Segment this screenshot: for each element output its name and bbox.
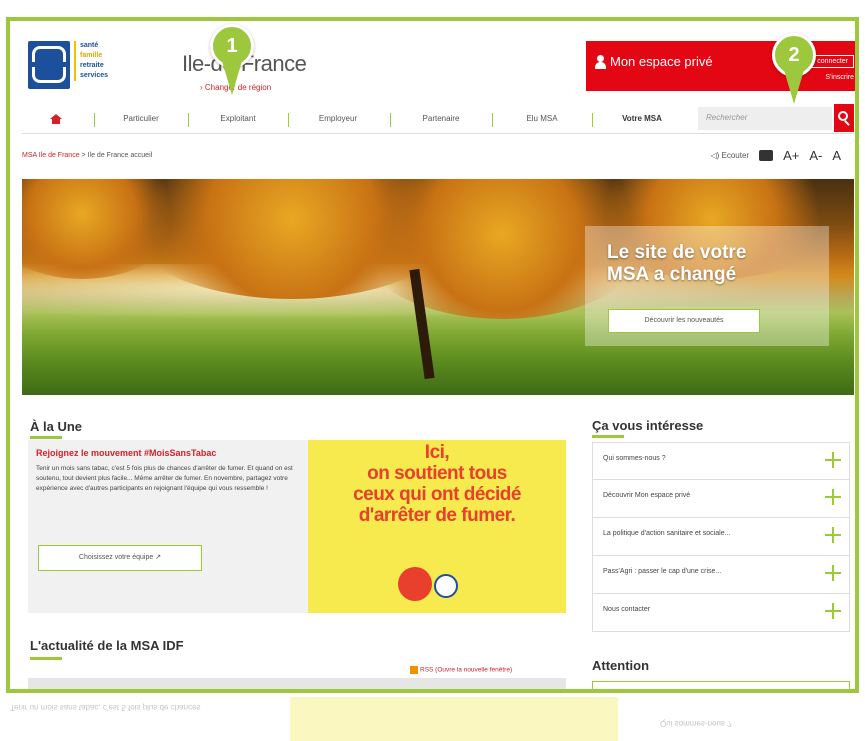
font-bigger-button[interactable]: A+ xyxy=(783,148,799,163)
attention-box xyxy=(592,681,850,689)
interesse-heading: Ça vous intéresse xyxy=(592,418,704,433)
une-title[interactable]: Rejoignez le mouvement #MoisSansTabac xyxy=(36,448,300,458)
breadcrumb-current: Ile de France accueil xyxy=(87,152,153,159)
breadcrumb-root[interactable]: MSA Ile de France xyxy=(22,152,80,159)
hero-banner: Le site de votre MSA a changé Découvrir … xyxy=(22,179,854,395)
print-icon[interactable] xyxy=(759,150,774,161)
rss-icon xyxy=(410,666,418,674)
une-card: Rejoignez le mouvement #MoisSansTabac Te… xyxy=(28,440,308,613)
interesse-item[interactable]: Pass'Agri : passer le cap d'une crise... xyxy=(592,556,850,594)
search-input[interactable]: Rechercher xyxy=(698,107,832,130)
reflection: Tenir un mois sans tabac, c'est 5 fois p… xyxy=(0,697,865,741)
plus-icon xyxy=(825,527,841,543)
interesse-list: Qui sommes-nous ? Découvrir Mon espace p… xyxy=(592,442,850,632)
choose-team-button[interactable]: Choisissez votre équipe ↗ xyxy=(38,545,202,571)
espace-prive-panel: Mon espace privé Se connecter S'inscrire xyxy=(586,41,855,91)
espace-prive-label[interactable]: Mon espace privé xyxy=(610,54,713,69)
search-button[interactable] xyxy=(834,104,854,132)
news-list xyxy=(28,678,566,689)
nav-item-particulier[interactable]: Particulier xyxy=(96,104,186,134)
nav-item-employeur[interactable]: Employeur xyxy=(290,104,386,134)
plus-icon xyxy=(825,603,841,619)
nav-item-exploitant[interactable]: Exploitant xyxy=(190,104,286,134)
screenshot-frame: santé famille retraite services Ile-de-F… xyxy=(6,17,859,693)
callout-badge-2: 2 xyxy=(772,33,816,104)
attention-heading: Attention xyxy=(592,658,650,673)
font-smaller-button[interactable]: A- xyxy=(809,148,822,163)
interesse-item[interactable]: Nous contacter xyxy=(592,594,850,632)
actualite-heading: L'actualité de la MSA IDF xyxy=(30,638,184,653)
interesse-item[interactable]: La politique d'action sanitaire et socia… xyxy=(592,518,850,556)
accessibility-tools: ◁) Ecouter A+ A- A xyxy=(710,148,841,163)
breadcrumb: MSA Ile de France > Ile de France accuei… xyxy=(22,152,153,159)
nav-item-votre-msa[interactable]: Votre MSA xyxy=(594,104,690,134)
plus-icon xyxy=(825,452,841,468)
plus-icon xyxy=(825,489,841,505)
rss-link[interactable]: RSS (Ouvre la nouvelle fenêtre) xyxy=(410,666,512,674)
une-text: Tenir un mois sans tabac, c'est 5 fois p… xyxy=(36,465,293,492)
main-nav: Particulier Exploitant Employeur Partena… xyxy=(22,104,854,134)
hero-title: Le site de votre MSA a changé xyxy=(607,242,747,285)
callout-badge-1: 1 xyxy=(210,24,254,95)
plus-icon xyxy=(825,565,841,581)
register-link[interactable]: S'inscrire xyxy=(825,74,854,81)
logo-tagline: santé famille retraite services xyxy=(74,41,108,81)
une-image[interactable]: Ici, on soutient tous ceux qui ont décid… xyxy=(308,440,566,613)
mois-sans-tabac-logo xyxy=(398,567,432,601)
partner-logo xyxy=(434,574,458,598)
msa-logo[interactable] xyxy=(28,41,70,89)
hero-overlay: Le site de votre MSA a changé Découvrir … xyxy=(585,226,829,346)
nav-item-partenaire[interactable]: Partenaire xyxy=(392,104,490,134)
home-icon[interactable] xyxy=(50,114,62,124)
search-icon xyxy=(838,111,848,121)
une-heading: À la Une xyxy=(30,419,83,434)
une-image-text: Ici, on soutient tous ceux qui ont décid… xyxy=(353,442,521,526)
listen-button[interactable]: ◁) Ecouter xyxy=(710,151,749,160)
hero-cta-button[interactable]: Découvrir les nouveautés xyxy=(608,309,760,333)
interesse-item[interactable]: Qui sommes-nous ? xyxy=(592,442,850,480)
nav-item-elu-msa[interactable]: Elu MSA xyxy=(494,104,590,134)
font-reset-button[interactable]: A xyxy=(832,148,841,163)
interesse-item[interactable]: Découvrir Mon espace privé xyxy=(592,480,850,518)
user-icon xyxy=(595,55,606,69)
